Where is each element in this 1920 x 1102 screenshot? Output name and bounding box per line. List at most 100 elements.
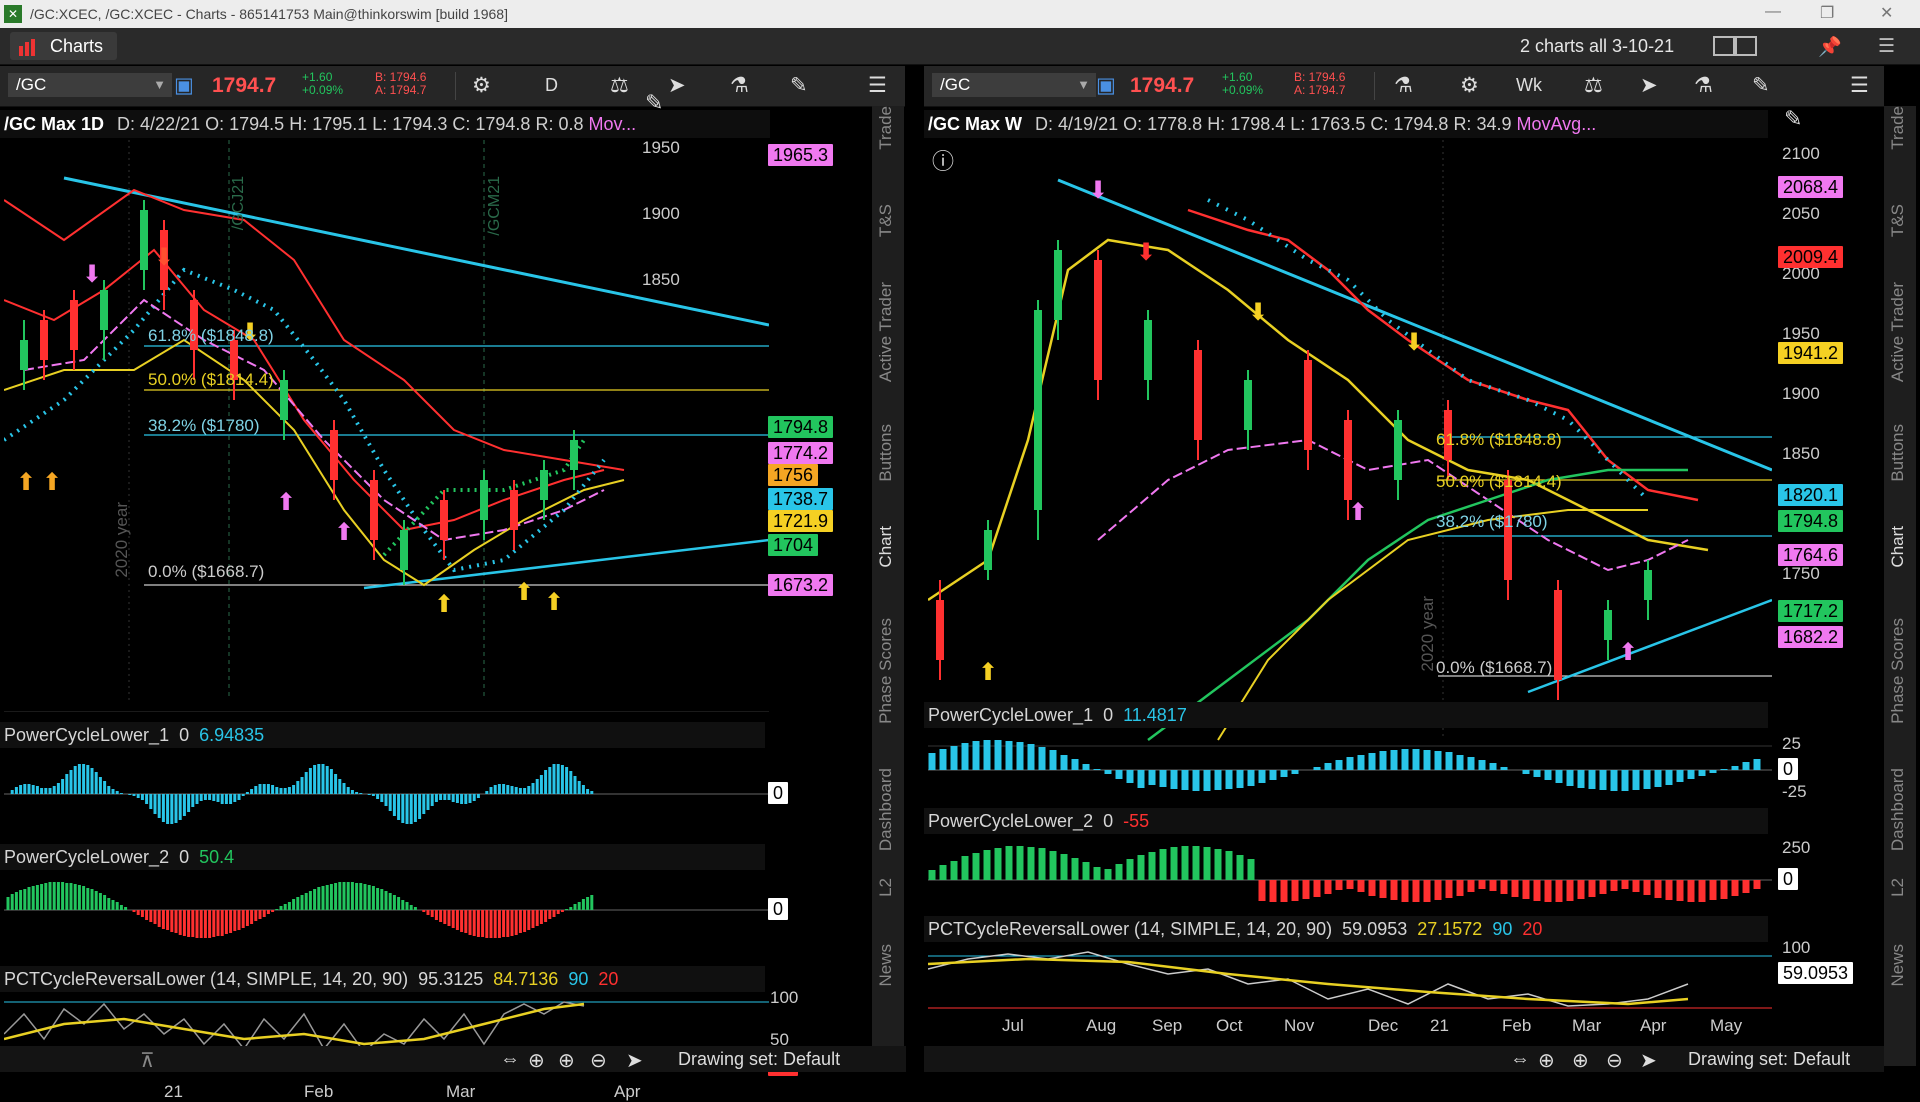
- side-tab-phase-scores[interactable]: Phase Scores: [1888, 618, 1908, 724]
- right-price-chart[interactable]: ⬇ ⬇ ⬇ ⬆ ⬇ ⬆ ⬆: [928, 140, 1772, 760]
- zoom-in-icon[interactable]: ⊕: [1572, 1048, 1589, 1073]
- drawing-set[interactable]: Drawing set: Default: [678, 1049, 840, 1070]
- change-pct: +0.09%: [302, 83, 344, 97]
- app-icon: ✕: [4, 5, 22, 23]
- side-tab-news[interactable]: News: [876, 944, 896, 987]
- pan-icon[interactable]: ⇔: [500, 1048, 520, 1071]
- study-more[interactable]: MovAvg...: [1517, 114, 1597, 134]
- side-tab-phase-scores[interactable]: Phase Scores: [876, 618, 896, 724]
- restore-icon[interactable]: ❐: [1820, 3, 1834, 23]
- collapse-icon[interactable]: ⊼: [140, 1048, 155, 1073]
- left-price-chart[interactable]: ⬇ ⬆ ⬆ ⬇ ⬇ ⬆ ⬆ ⬆ ⬆ ⬆: [4, 140, 769, 712]
- link-icon[interactable]: ▣: [1096, 73, 1116, 98]
- gear-icon[interactable]: ⚙: [472, 73, 491, 98]
- study3-header: PCTCycleReversalLower (14, SIMPLE, 14, 2…: [0, 966, 765, 992]
- price-tag: 2068.4: [1778, 176, 1844, 198]
- x-axis-label: May: [1710, 1016, 1743, 1035]
- side-tab-trade[interactable]: Trade: [1888, 106, 1908, 150]
- study3-oscillator[interactable]: [928, 944, 1772, 1014]
- menu-icon[interactable]: ☰: [868, 73, 887, 98]
- drawing-icon[interactable]: ✎: [1784, 106, 1802, 132]
- study-more[interactable]: Mov...: [589, 114, 637, 134]
- side-tab-l2[interactable]: L2: [1888, 878, 1908, 897]
- charts-tab-label: Charts: [50, 36, 104, 56]
- side-tab-chart[interactable]: Chart: [876, 526, 896, 568]
- study-value: 6.94835: [199, 725, 265, 745]
- study-name: PCTCycleReversalLower (14, SIMPLE, 14, 2…: [928, 919, 1333, 939]
- pointer-icon[interactable]: ➤: [668, 73, 686, 98]
- charts-tab[interactable]: Charts: [10, 32, 118, 60]
- study2-histogram[interactable]: [4, 872, 769, 956]
- left-side-tabs: Trade T&S Active Trader Buttons Chart Phase S…: [872, 106, 904, 1066]
- study2-histogram[interactable]: [928, 836, 1772, 920]
- pointer-icon[interactable]: ➤: [626, 1048, 643, 1073]
- study1-histogram[interactable]: [928, 730, 1772, 814]
- x-axis-label: Dec: [1368, 1016, 1399, 1035]
- side-tab-trade[interactable]: Trade: [876, 106, 896, 150]
- menu-icon[interactable]: ☰: [1878, 35, 1895, 58]
- bid-ask: B: 1794.6 A: 1794.7: [375, 71, 426, 97]
- aggregation-button[interactable]: D: [545, 75, 558, 96]
- side-tab-t-s[interactable]: T&S: [1888, 204, 1908, 237]
- study-value: 20: [598, 969, 619, 989]
- drawing-tools-icon[interactable]: ✎: [1752, 73, 1770, 98]
- fib-level-618: 61.8% ($1848.8): [148, 326, 274, 345]
- price-tag: 1717.2: [1778, 600, 1844, 622]
- study-name: PowerCycleLower_1: [928, 705, 1094, 725]
- contract-marker: /GCM21: [486, 176, 503, 236]
- side-tab-t-s[interactable]: T&S: [876, 204, 896, 237]
- minimize-icon[interactable]: —: [1765, 3, 1781, 21]
- symbol-selector[interactable]: /GC ▼: [932, 73, 1096, 97]
- side-tab-buttons[interactable]: Buttons: [1888, 424, 1908, 482]
- y-axis-label: 1850: [642, 270, 680, 289]
- side-tab-dashboard[interactable]: Dashboard: [1888, 768, 1908, 851]
- side-tab-buttons[interactable]: Buttons: [876, 424, 896, 482]
- study-value: 90: [1492, 919, 1513, 939]
- zoom-in-icon[interactable]: ⊕: [558, 1048, 575, 1073]
- study2-header: PowerCycleLower_2 0 50.4: [0, 844, 765, 870]
- drawing-tools-icon[interactable]: ✎: [790, 73, 808, 98]
- symbol-text: /GC: [940, 75, 971, 94]
- right-status-bar: ⇔ ⊕ ⊕ ⊖ ➤ Drawing set: Default: [924, 1046, 1884, 1072]
- link-icon[interactable]: ▣: [174, 73, 194, 98]
- side-tab-chart[interactable]: Chart: [1888, 526, 1908, 568]
- flask-icon[interactable]: ⚗: [1394, 73, 1413, 98]
- x-axis-label: Mar: [446, 1082, 476, 1101]
- zoom-out-icon[interactable]: ⊖: [1606, 1048, 1623, 1073]
- flask-icon[interactable]: ⚗: [730, 73, 749, 98]
- zoom-out-icon[interactable]: ⊖: [590, 1048, 607, 1073]
- drawing-set[interactable]: Drawing set: Default: [1688, 1049, 1850, 1070]
- side-tab-dashboard[interactable]: Dashboard: [876, 768, 896, 851]
- pin-icon[interactable]: 📌: [1818, 35, 1842, 59]
- change-value: +1.60: [1222, 70, 1253, 84]
- symbol-selector[interactable]: /GC ▼: [8, 73, 172, 97]
- chart-type-icon[interactable]: ⚖: [610, 73, 629, 98]
- study-name: PowerCycleLower_2: [928, 811, 1094, 831]
- pan-icon[interactable]: ⇔: [1510, 1048, 1530, 1071]
- gear-icon[interactable]: ⚙: [1460, 73, 1479, 98]
- layout-name[interactable]: 2 charts all 3-10-21: [1520, 36, 1674, 57]
- flask-icon[interactable]: ⚗: [1694, 73, 1713, 98]
- side-tab-news[interactable]: News: [1888, 944, 1908, 987]
- crosshair-icon[interactable]: ⊕: [1538, 1048, 1555, 1073]
- side-tab-l2[interactable]: L2: [876, 878, 896, 897]
- study1-header: PowerCycleLower_1 0 11.4817: [924, 702, 1768, 728]
- menu-icon[interactable]: ☰: [1850, 73, 1869, 98]
- chart-type-icon[interactable]: ⚖: [1584, 73, 1603, 98]
- svg-text:⬆: ⬆: [1348, 499, 1368, 526]
- pointer-icon[interactable]: ➤: [1640, 73, 1658, 98]
- price-tag: 1941.2: [1778, 342, 1844, 364]
- aggregation-button[interactable]: Wk: [1516, 75, 1542, 96]
- pointer-icon[interactable]: ➤: [1640, 1048, 1657, 1073]
- svg-text:⬆: ⬆: [276, 489, 296, 516]
- chevron-down-icon: ▼: [153, 77, 166, 92]
- crosshair-icon[interactable]: ⊕: [528, 1048, 545, 1073]
- grid-layout-icon[interactable]: [1713, 35, 1759, 63]
- side-tab-active-trader[interactable]: Active Trader: [1888, 282, 1908, 382]
- svg-text:⬆: ⬆: [544, 589, 564, 616]
- study1-histogram[interactable]: [4, 750, 769, 834]
- close-icon[interactable]: ✕: [1880, 3, 1893, 23]
- side-tab-active-trader[interactable]: Active Trader: [876, 282, 896, 382]
- svg-text:⬆: ⬆: [978, 659, 998, 686]
- drawing-icon[interactable]: ✎: [645, 90, 663, 116]
